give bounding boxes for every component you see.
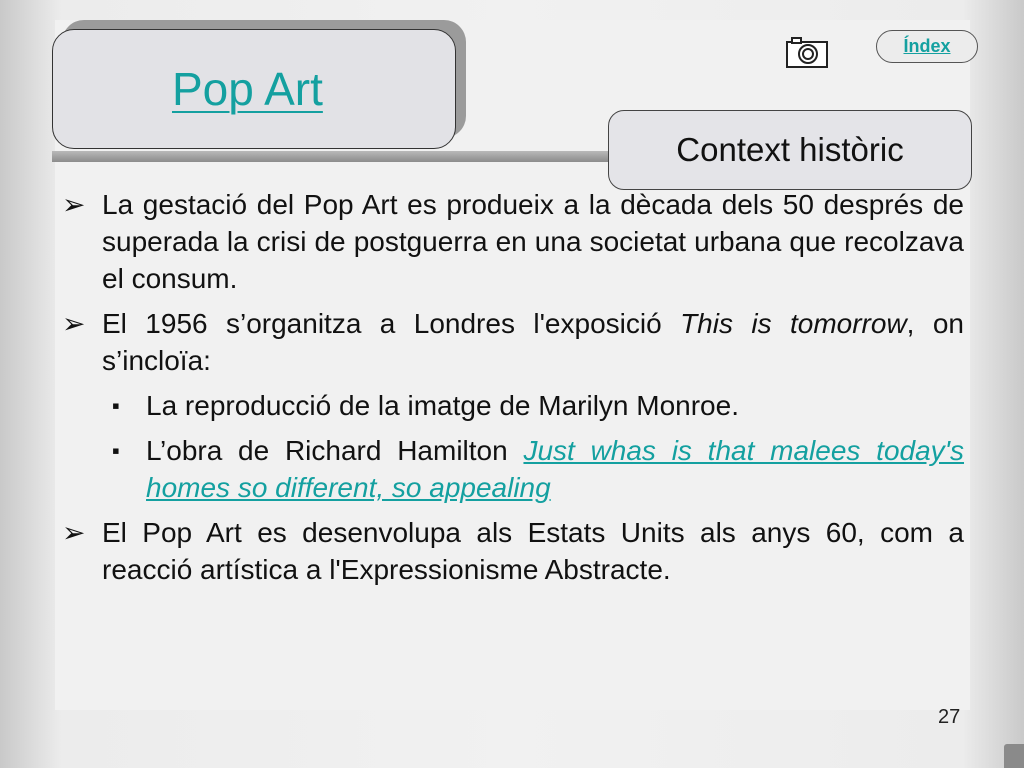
title-underline-bar bbox=[52, 151, 608, 162]
bullet-text: El 1956 s’organitza a Londres l'exposici… bbox=[102, 308, 681, 339]
arrow-bullet-icon: ➢ bbox=[62, 308, 86, 339]
section-title: Context històric bbox=[608, 110, 972, 190]
arrow-bullet-icon: ➢ bbox=[62, 189, 86, 220]
square-bullet-icon: ▪ bbox=[112, 438, 120, 463]
bullet-item: ➢ El 1956 s’organitza a Londres l'exposi… bbox=[62, 305, 964, 379]
next-slide-button[interactable] bbox=[1004, 744, 1024, 768]
bullet-text: El Pop Art es desenvolupa als Estats Uni… bbox=[102, 517, 964, 585]
sub-bullet-text: L’obra de Richard Hamilton bbox=[146, 435, 524, 466]
exhibition-name: This is tomorrow bbox=[680, 308, 907, 339]
title-link[interactable]: Pop Art bbox=[172, 62, 323, 116]
sub-bullet-text: La reproducció de la imatge de Marilyn M… bbox=[146, 390, 739, 421]
index-button[interactable]: Índex bbox=[876, 30, 978, 63]
slide-content: ➢ La gestació del Pop Art es produeix a … bbox=[62, 186, 964, 596]
bullet-item: ➢ El Pop Art es desenvolupa als Estats U… bbox=[62, 514, 964, 588]
sub-bullet-item: ▪ L’obra de Richard Hamilton Just whas i… bbox=[62, 432, 964, 506]
bullet-text: La gestació del Pop Art es produeix a la… bbox=[102, 189, 964, 294]
bullet-item: ➢ La gestació del Pop Art es produeix a … bbox=[62, 186, 964, 297]
camera-icon[interactable] bbox=[786, 36, 828, 68]
sub-bullet-item: ▪ La reproducció de la imatge de Marilyn… bbox=[62, 387, 964, 424]
page-number: 27 bbox=[938, 706, 961, 728]
square-bullet-icon: ▪ bbox=[112, 393, 120, 418]
arrow-bullet-icon: ➢ bbox=[62, 517, 86, 548]
